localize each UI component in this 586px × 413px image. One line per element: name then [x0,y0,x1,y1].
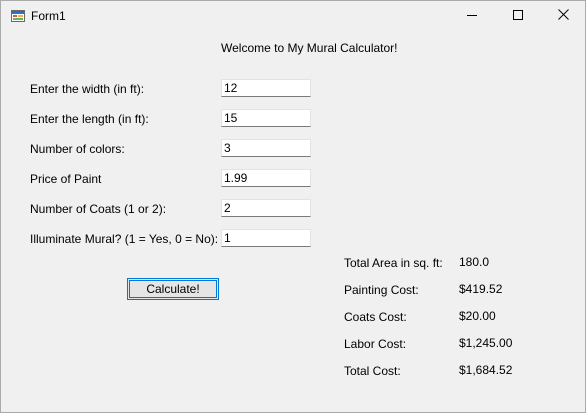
minimize-button[interactable] [449,1,495,31]
total-cost-value: $1,684.52 [459,363,513,377]
coats-cost-value: $20.00 [459,309,496,323]
total-area-label: Total Area in sq. ft: [344,256,443,270]
form-app-icon [11,10,25,22]
close-button[interactable] [540,1,586,31]
width-input[interactable] [221,79,311,97]
total-cost-label: Total Cost: [344,364,401,378]
illuminate-input[interactable] [221,229,311,247]
width-label: Enter the width (in ft): [30,82,145,96]
labor-cost-label: Labor Cost: [344,337,407,351]
length-label: Enter the length (in ft): [30,112,149,126]
painting-cost-value: $419.52 [459,282,503,296]
coats-input[interactable] [221,199,311,217]
minimize-icon [467,9,477,23]
maximize-icon [513,9,523,23]
painting-cost-label: Painting Cost: [344,283,419,297]
length-input[interactable] [221,109,311,127]
calculate-button[interactable]: Calculate! [127,278,219,300]
window-title: Form1 [31,9,66,23]
coats-label: Number of Coats (1 or 2): [30,202,167,216]
coats-cost-label: Coats Cost: [344,310,407,324]
colors-label: Number of colors: [30,142,125,156]
paint-price-label: Price of Paint [30,172,102,186]
maximize-button[interactable] [495,1,541,31]
form-window: Form1 Welcome to My Mural Calculator! En… [0,0,586,413]
illuminate-label: Illuminate Mural? (1 = Yes, 0 = No): [30,232,219,246]
title-bar[interactable]: Form1 [1,1,585,31]
paint-price-input[interactable] [221,169,311,187]
colors-input[interactable] [221,139,311,157]
labor-cost-value: $1,245.00 [459,336,513,350]
welcome-heading: Welcome to My Mural Calculator! [221,41,398,55]
close-icon [557,9,569,23]
total-area-value: 180.0 [459,255,490,269]
